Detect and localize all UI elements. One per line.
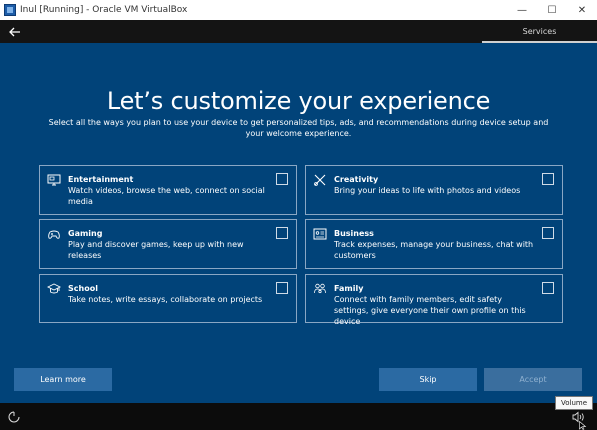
graduation-cap-icon xyxy=(47,283,61,294)
option-checkbox[interactable] xyxy=(276,173,288,185)
page-title: Let’s customize your experience xyxy=(106,87,491,115)
creativity-tools-icon xyxy=(314,174,326,186)
option-title: Gaming xyxy=(68,229,103,238)
option-card-gaming[interactable]: Gaming Play and discover games, keep up … xyxy=(39,219,297,269)
option-description: Track expenses, manage your business, ch… xyxy=(334,240,534,260)
option-checkbox[interactable] xyxy=(276,282,288,294)
volume-tooltip: Volume xyxy=(555,396,593,410)
option-card-creativity[interactable]: Creativity Bring your ideas to life with… xyxy=(305,165,563,215)
option-checkbox[interactable] xyxy=(542,282,554,294)
option-card-entertainment[interactable]: Entertainment Watch videos, browse the w… xyxy=(39,165,297,215)
option-description: Play and discover games, keep up with ne… xyxy=(68,240,244,260)
skip-button[interactable]: Skip xyxy=(379,368,477,391)
accept-button[interactable]: Accept xyxy=(484,368,582,391)
option-title: Entertainment xyxy=(68,175,134,184)
option-card-school[interactable]: School Take notes, write essays, collabo… xyxy=(39,274,297,323)
business-card-icon xyxy=(313,228,327,240)
back-button[interactable] xyxy=(6,23,24,40)
family-icon xyxy=(314,283,326,294)
option-title: Creativity xyxy=(334,175,379,184)
option-description: Watch videos, browse the web, connect on… xyxy=(68,186,265,206)
oobe-panel: Let’s customize your experience Select a… xyxy=(0,43,597,403)
window-title: Inul [Running] - Oracle VM VirtualBox xyxy=(20,5,188,15)
option-title: Family xyxy=(334,284,364,293)
top-nav-bar: Services xyxy=(0,20,597,43)
gaming-icon xyxy=(48,230,60,239)
option-title: School xyxy=(68,284,98,293)
mouse-cursor-icon xyxy=(579,421,587,430)
close-button[interactable]: ✕ xyxy=(567,0,597,20)
ease-of-access-icon[interactable] xyxy=(8,411,20,423)
minimize-button[interactable]: — xyxy=(507,0,537,20)
option-description: Bring your ideas to life with photos and… xyxy=(334,186,521,195)
option-card-business[interactable]: Business Track expenses, manage your bus… xyxy=(305,219,563,269)
option-description: Connect with family members, edit safety… xyxy=(334,295,526,326)
virtualbox-icon xyxy=(4,4,16,16)
option-description: Take notes, write essays, collaborate on… xyxy=(68,295,263,304)
back-arrow-icon xyxy=(9,27,20,36)
monitor-icon xyxy=(47,174,61,186)
bottom-bar xyxy=(0,403,597,430)
tab-services[interactable]: Services xyxy=(482,20,597,43)
learn-more-button[interactable]: Learn more xyxy=(14,368,112,391)
option-card-family[interactable]: Family Connect with family members, edit… xyxy=(305,274,563,326)
option-title: Business xyxy=(334,229,374,238)
option-checkbox[interactable] xyxy=(542,227,554,239)
maximize-button[interactable]: ☐ xyxy=(537,0,567,20)
window-title-bar: Inul [Running] - Oracle VM VirtualBox — … xyxy=(0,0,597,20)
page-subtitle: Select all the ways you plan to use your… xyxy=(48,118,549,138)
option-checkbox[interactable] xyxy=(276,227,288,239)
option-checkbox[interactable] xyxy=(542,173,554,185)
